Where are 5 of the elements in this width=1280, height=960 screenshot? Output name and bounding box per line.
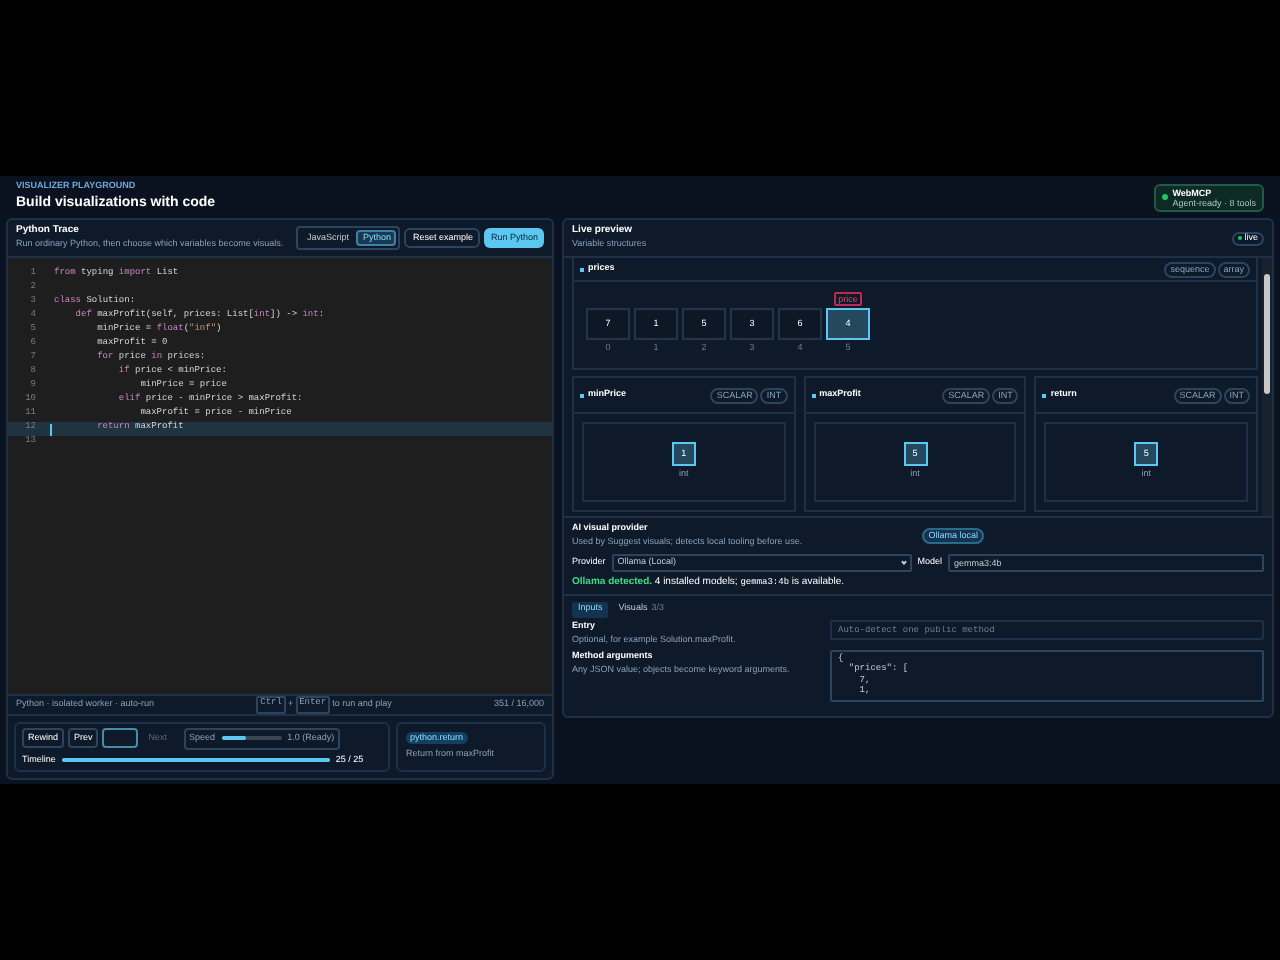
speed-slider[interactable] bbox=[221, 736, 282, 741]
timeline-slider[interactable] bbox=[61, 758, 330, 762]
scrollbar[interactable] bbox=[1262, 258, 1272, 516]
chevron-icon bbox=[900, 559, 907, 565]
play-button[interactable] bbox=[102, 728, 139, 749]
